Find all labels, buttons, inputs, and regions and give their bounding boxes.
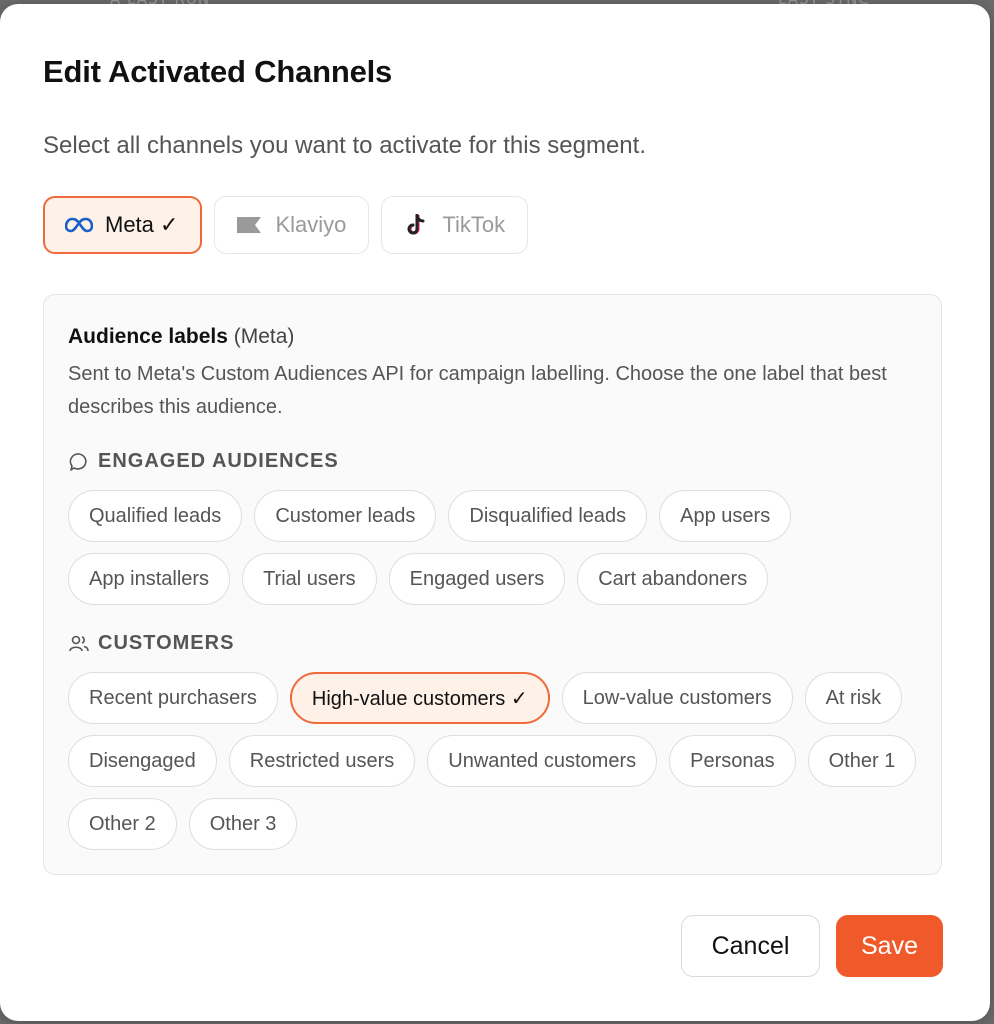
chip-customer-selected[interactable]: High-value customers ✓ [289,672,550,724]
chip-customer[interactable]: Recent purchasers [68,672,278,724]
channel-klaviyo-button[interactable]: Klaviyo [214,196,370,254]
section-customers: CUSTOMERS [68,632,234,655]
chip-customer[interactable]: Disengaged [68,735,217,787]
edit-channels-modal: Edit Activated Channels Select all chann… [0,4,990,1021]
panel-heading: Audience labels (Meta) [68,325,294,349]
section-engaged-audiences: ENGAGED AUDIENCES [68,450,339,473]
chip-label: At risk [825,686,882,709]
panel-heading-suffix: (Meta) [233,325,295,348]
channel-tiktok-label: TikTok [442,212,506,237]
chip-label: Cart abandoners [598,567,748,590]
chip-engaged[interactable]: Trial users [242,553,377,605]
chip-engaged[interactable]: Customer leads [254,490,437,542]
chip-label: Other 2 [89,812,156,835]
chip-label: Personas [690,749,775,772]
speech-bubble-icon [68,451,90,473]
section-customers-label: CUSTOMERS [98,632,235,654]
chip-engaged[interactable]: App installers [68,553,231,605]
chip-customer[interactable]: Other 2 [68,798,177,850]
channel-klaviyo-label: Klaviyo [275,212,347,237]
chip-customer[interactable]: Restricted users [228,735,416,787]
chip-label: Trial users [263,567,356,590]
modal-title: Edit Activated Channels [43,54,393,89]
chip-label: App installers [89,567,210,590]
chip-label: Disengaged [89,749,196,772]
klaviyo-flag-icon [235,214,263,236]
chip-engaged[interactable]: Qualified leads [68,490,243,542]
chip-customer[interactable]: Other 1 [807,735,917,787]
section-engaged-label: ENGAGED AUDIENCES [98,450,339,472]
chip-customer[interactable]: Low-value customers [561,672,793,724]
modal-subtitle: Select all channels you want to activate… [43,132,646,159]
customer-chips: Recent purchasers High-value customers ✓… [68,672,928,850]
chip-label: Customer leads [275,504,416,527]
chip-label: High-value customers ✓ [311,687,528,710]
tiktok-note-icon [402,214,430,236]
channel-meta-button[interactable]: Meta ✓ [43,196,203,254]
chip-label: Disqualified leads [469,504,627,527]
chip-label: App users [680,504,771,527]
chip-label: Low-value customers [582,686,772,709]
channel-selector: Meta ✓ Klaviyo TikTok [43,196,529,254]
panel-heading-title: Audience labels [68,325,228,348]
chip-label: Recent purchasers [89,686,257,709]
chip-label: Qualified leads [89,504,222,527]
chip-customer[interactable]: Personas [669,735,796,787]
chip-engaged[interactable]: Cart abandoners [577,553,769,605]
engaged-chips: Qualified leads Customer leads Disqualif… [68,490,928,605]
chip-engaged[interactable]: Engaged users [388,553,566,605]
cancel-button[interactable]: Cancel [681,915,820,977]
channel-meta-label: Meta ✓ [105,212,179,237]
channel-tiktok-button[interactable]: TikTok [381,196,529,254]
chip-label: Restricted users [249,749,395,772]
panel-description: Sent to Meta's Custom Audiences API for … [68,363,887,418]
chip-label: Other 3 [209,812,277,835]
chip-label: Engaged users [409,567,545,590]
chip-engaged[interactable]: App users [659,490,792,542]
users-icon [68,633,90,655]
chip-customer[interactable]: Other 3 [188,798,298,850]
audience-labels-panel: Audience labels (Meta) Sent to Meta's Cu… [43,294,942,875]
save-button[interactable]: Save [836,915,943,977]
chip-customer[interactable]: At risk [804,672,903,724]
chip-label: Other 1 [828,749,896,772]
chip-customer[interactable]: Unwanted customers [427,735,658,787]
chip-engaged[interactable]: Disqualified leads [448,490,648,542]
chip-label: Unwanted customers [448,749,637,772]
meta-infinity-icon [65,214,93,236]
